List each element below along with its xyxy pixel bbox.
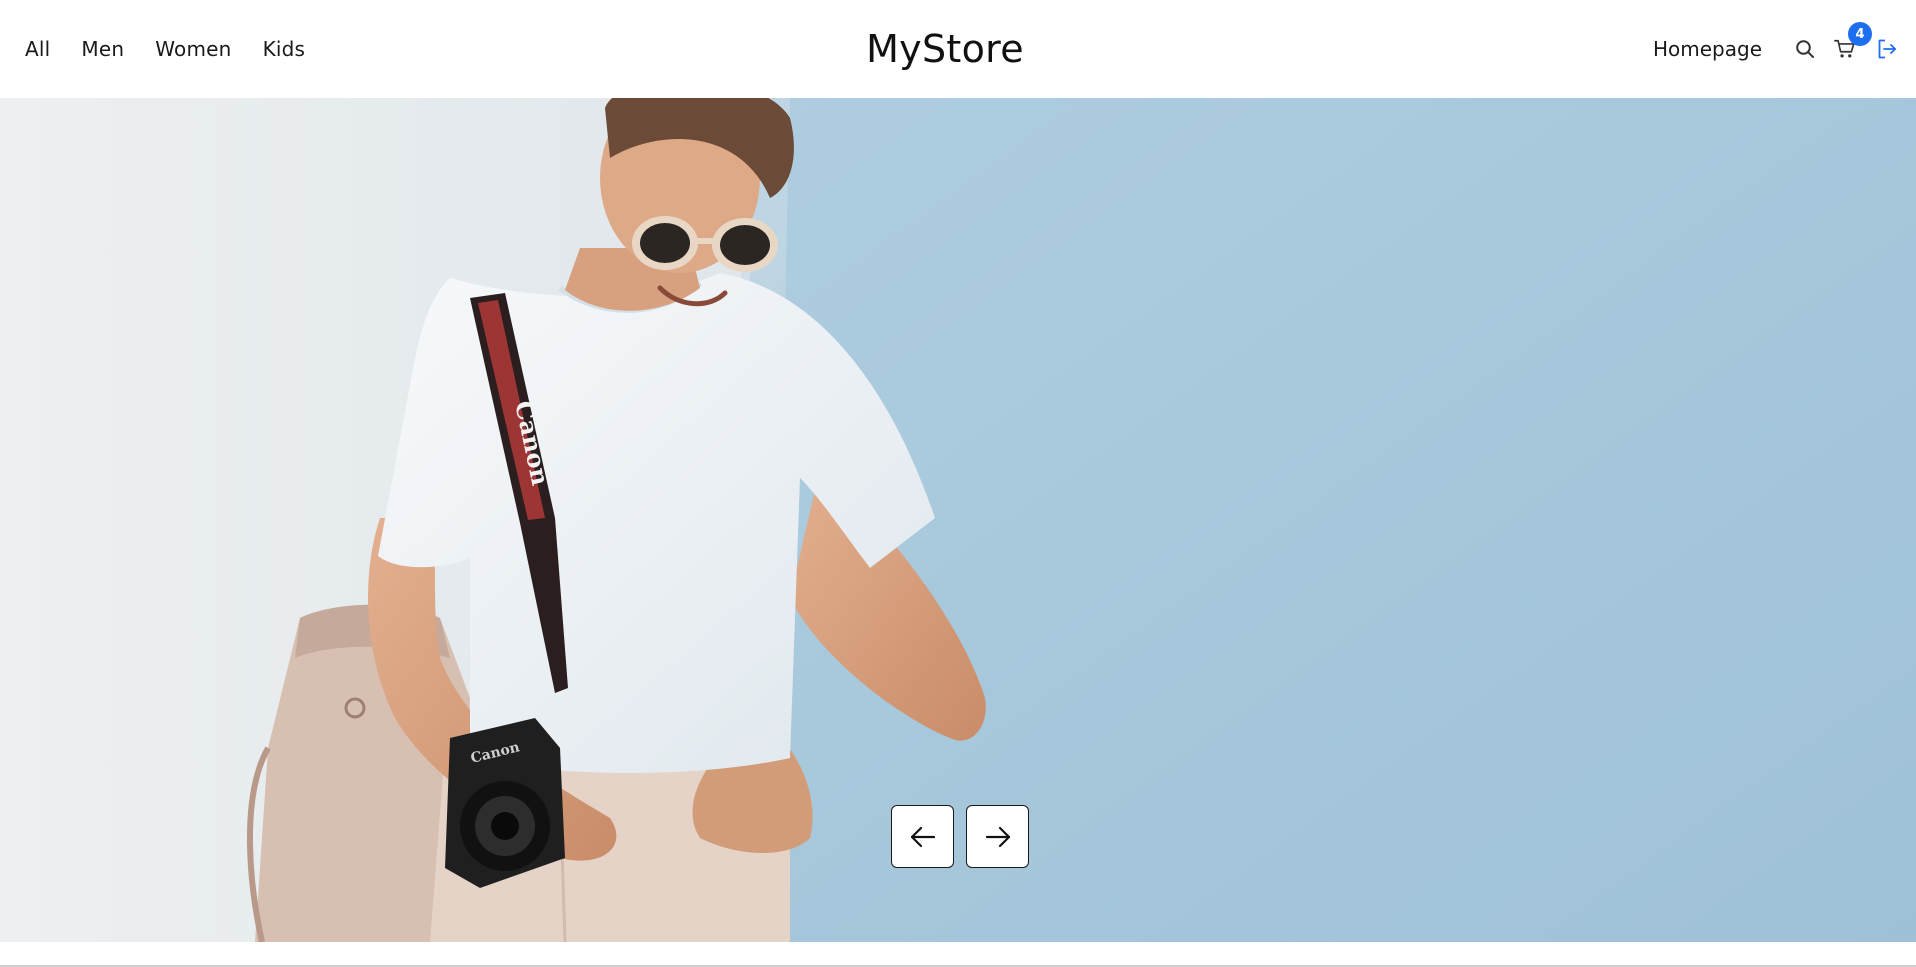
logout-button[interactable] <box>1876 38 1898 60</box>
cart-count-badge: 4 <box>1848 22 1872 46</box>
next-slide-button[interactable] <box>966 805 1029 868</box>
brand-logo[interactable]: MyStore <box>0 0 1890 98</box>
top-navbar: All Men Women Kids MyStore Homepage 4 <box>0 0 1916 98</box>
prev-slide-button[interactable] <box>891 805 954 868</box>
search-button[interactable] <box>1794 38 1816 60</box>
search-icon <box>1796 40 1814 58</box>
cart-button[interactable]: 4 <box>1834 22 1872 60</box>
arrow-right-icon <box>985 826 1010 847</box>
homepage-link[interactable]: Homepage <box>1653 37 1762 61</box>
carousel-controls <box>891 805 1029 868</box>
hero-carousel: Canon Canon <box>0 98 1916 942</box>
logout-icon <box>1878 39 1897 59</box>
user-nav: Homepage 4 <box>1653 0 1898 98</box>
arrow-left-icon <box>910 826 935 847</box>
